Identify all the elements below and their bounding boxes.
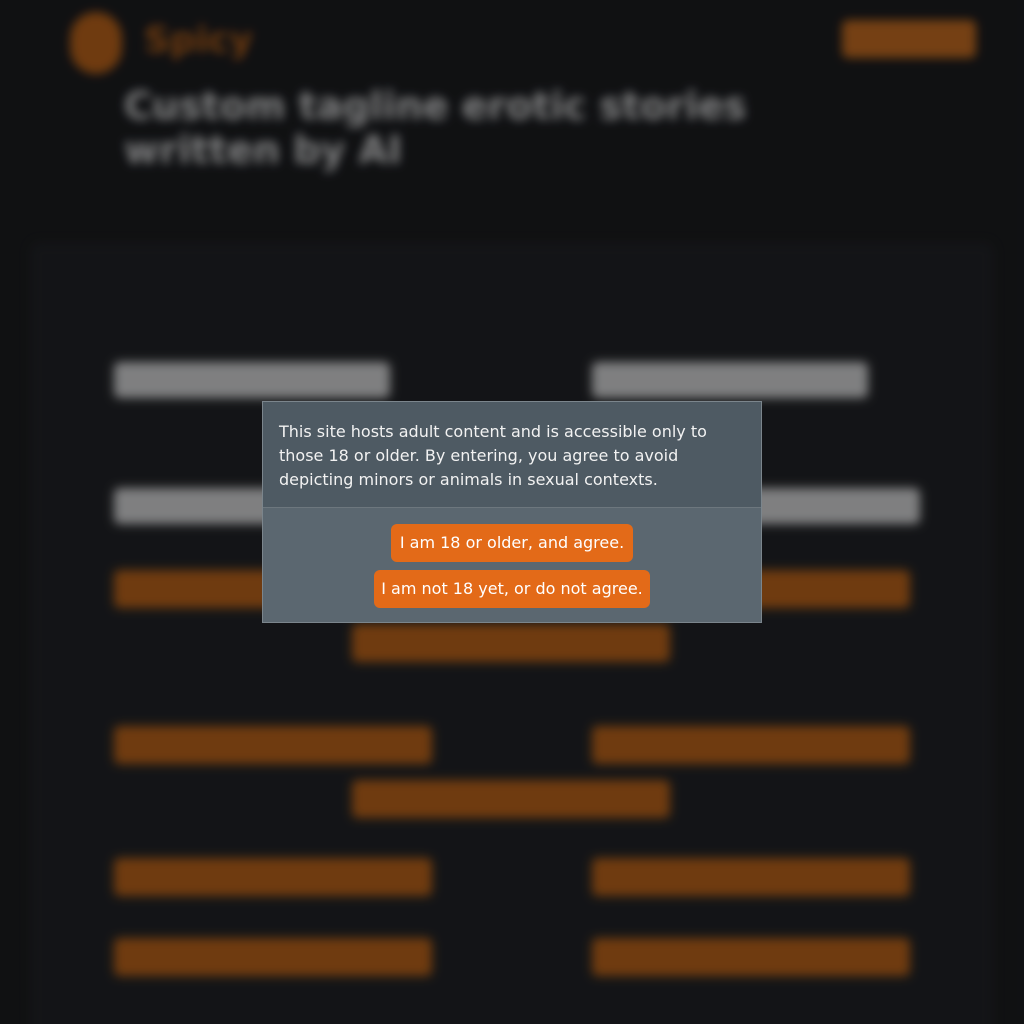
decline-button[interactable]: I am not 18 yet, or do not agree.: [374, 570, 650, 608]
modal-message: This site hosts adult content and is acc…: [263, 402, 761, 508]
agree-button[interactable]: I am 18 or older, and agree.: [391, 524, 633, 562]
age-verification-modal: This site hosts adult content and is acc…: [262, 401, 762, 623]
modal-footer: I am 18 or older, and agree. I am not 18…: [263, 508, 761, 623]
